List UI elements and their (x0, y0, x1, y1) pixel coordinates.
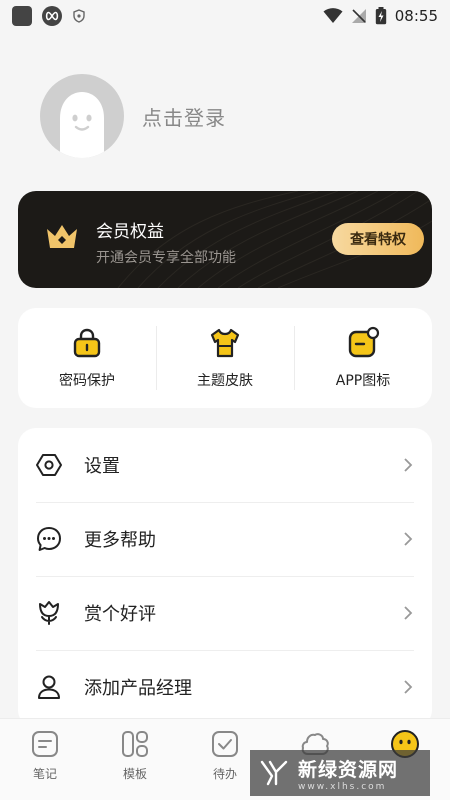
ghost-avatar-icon (60, 92, 104, 158)
watermark: 新绿资源网 www.xlhs.com (250, 750, 430, 796)
tulip-icon (39, 601, 59, 625)
menu-item-add-pm[interactable]: 添加产品经理 (18, 650, 432, 724)
menu-item-label: 设置 (84, 456, 120, 477)
view-privileges-button[interactable]: 查看特权 (332, 223, 424, 255)
shirt-icon (210, 328, 240, 358)
menu-item-rate[interactable]: 赏个好评 (18, 576, 432, 650)
no-signal-icon (351, 9, 366, 23)
menu-item-label: 赏个好评 (84, 604, 156, 625)
crown-icon (47, 225, 77, 248)
settings-icon (36, 454, 62, 476)
vip-title: 会员权益 (96, 222, 164, 242)
app-notification-icon (12, 6, 32, 26)
vip-subtitle: 开通会员专享全部功能 (96, 250, 236, 266)
tab-label: 待办 (212, 767, 237, 781)
profile-section[interactable]: 点击登录 (40, 74, 226, 158)
battery-charging-icon (375, 7, 386, 25)
chevron-right-icon (404, 606, 413, 620)
tab-label: 笔记 (32, 767, 57, 781)
chevron-right-icon (404, 680, 413, 694)
app-icon (348, 326, 380, 358)
quick-action-app-icon[interactable]: APP图标 (294, 308, 432, 408)
todo-icon (212, 731, 238, 757)
wifi-icon (323, 8, 343, 23)
status-bar: 08:55 (0, 0, 450, 32)
tab-label: 模板 (122, 767, 147, 781)
infinity-notification-icon (42, 6, 62, 26)
chevron-right-icon (404, 532, 413, 546)
tab-notes[interactable]: 笔记 (0, 719, 90, 800)
menu-item-label: 更多帮助 (84, 530, 156, 551)
lock-icon (73, 328, 101, 358)
avatar[interactable] (40, 74, 124, 158)
quick-actions-card: 密码保护 主题皮肤 APP图标 (18, 308, 432, 408)
chevron-right-icon (404, 458, 413, 472)
help-chat-icon (37, 527, 61, 551)
menu-item-help[interactable]: 更多帮助 (18, 502, 432, 576)
quick-action-theme[interactable]: 主题皮肤 (156, 308, 294, 408)
menu-card: 设置 更多帮助 赏个好评 添加产品经理 (18, 428, 432, 728)
vip-card[interactable]: 会员权益 开通会员专享全部功能 查看特权 (18, 191, 432, 288)
quick-action-password[interactable]: 密码保护 (18, 308, 156, 408)
menu-item-settings[interactable]: 设置 (18, 428, 432, 502)
watermark-title: 新绿资源网 (298, 758, 399, 781)
quick-action-label: APP图标 (335, 373, 391, 389)
person-icon (38, 675, 60, 699)
menu-item-label: 添加产品经理 (84, 678, 192, 699)
watermark-logo-icon (260, 760, 288, 786)
status-time: 08:55 (394, 7, 438, 25)
template-icon (122, 731, 148, 757)
tab-templates[interactable]: 模板 (90, 719, 180, 800)
watermark-url: www.xlhs.com (298, 781, 387, 792)
shield-icon (73, 9, 85, 23)
note-icon (32, 731, 58, 757)
quick-action-label: 密码保护 (59, 373, 115, 389)
login-link[interactable]: 点击登录 (142, 102, 226, 131)
quick-action-label: 主题皮肤 (197, 373, 253, 389)
